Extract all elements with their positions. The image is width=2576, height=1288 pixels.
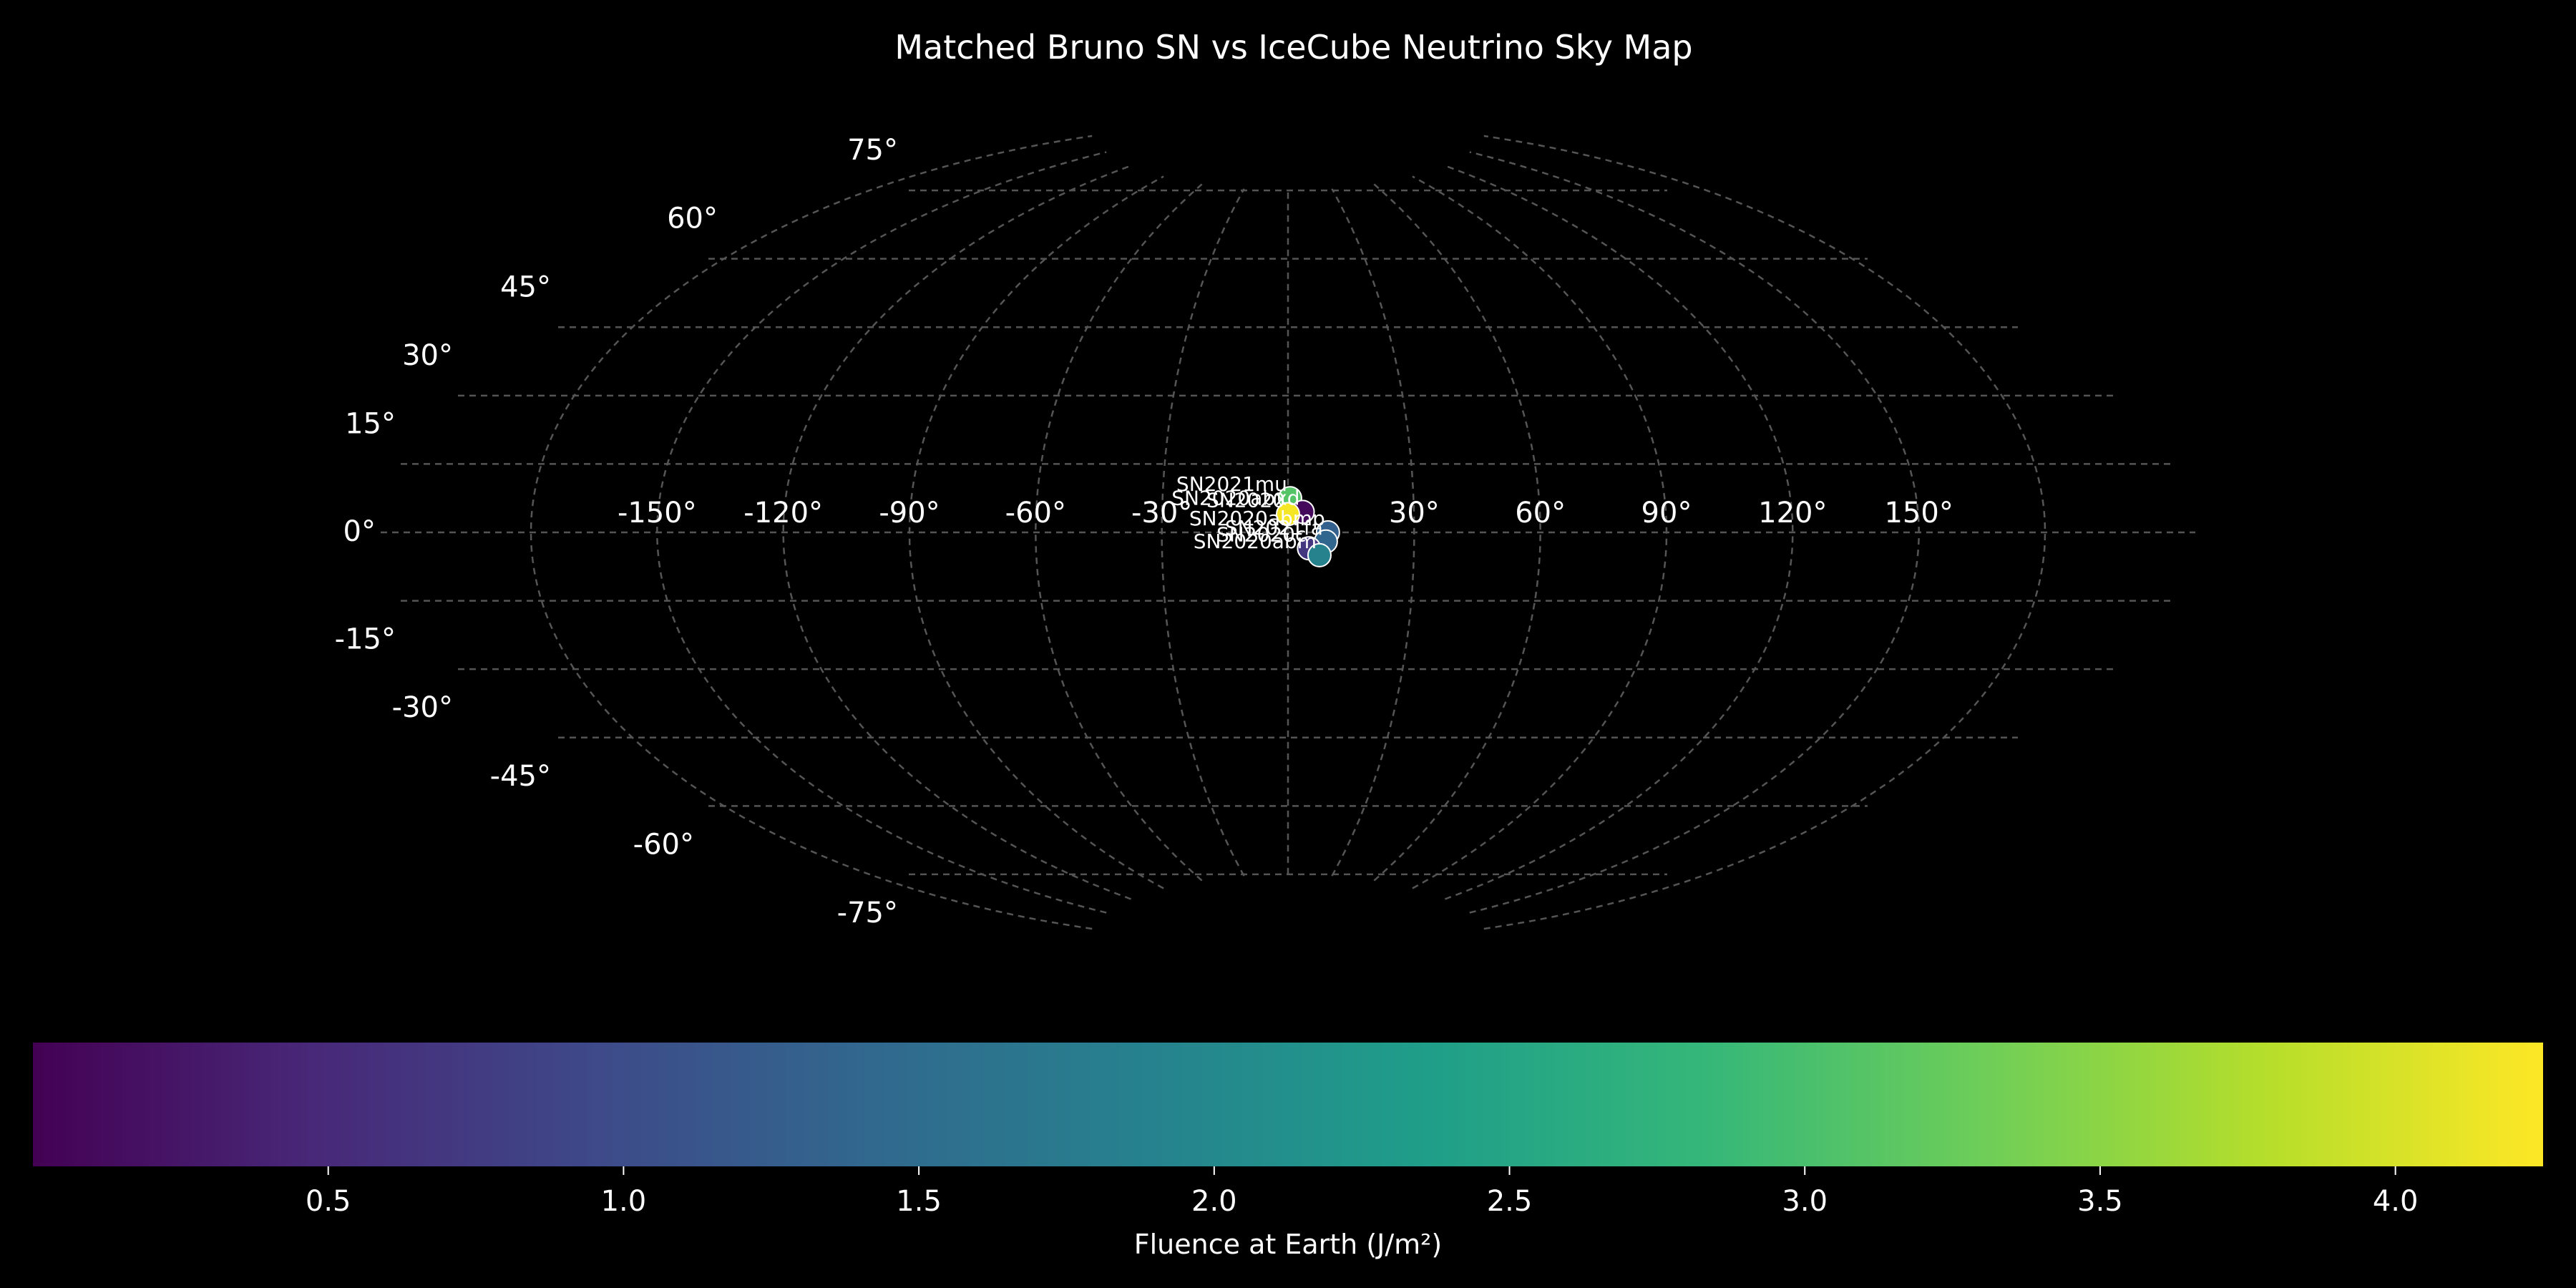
lon-tick-label: 30° — [1389, 497, 1440, 530]
lon-tick-label: 150° — [1884, 497, 1953, 530]
colorbar-tick-label: 0.5 — [306, 1185, 351, 1218]
lon-tick-label: -90° — [879, 497, 940, 530]
lon-tick-label: -60° — [1005, 497, 1066, 530]
colorbar: 0.5 1.0 1.5 2.0 2.5 3.0 3.5 4.0 — [33, 1043, 2543, 1218]
lat-tick-label: -75° — [837, 897, 898, 930]
lon-tick-label: -120° — [743, 497, 823, 530]
lon-tick-label: -150° — [618, 497, 697, 530]
lat-tick-label: 15° — [345, 407, 396, 440]
lat-tick-label: 0° — [343, 515, 376, 548]
lon-tick-label: 60° — [1515, 497, 1566, 530]
colorbar-label: Fluence at Earth (J/m²) — [1134, 1229, 1442, 1260]
lon-tick-label: 90° — [1641, 497, 1692, 530]
lat-tick-label: 45° — [500, 270, 551, 303]
lat-tick-label: -15° — [335, 623, 396, 656]
lat-tick-label: 60° — [667, 203, 718, 235]
colorbar-tick-label: 3.5 — [2077, 1185, 2123, 1218]
lat-tick-label: -45° — [490, 760, 551, 793]
lat-tick-label: 30° — [402, 339, 453, 372]
colorbar-tick-label: 1.0 — [601, 1185, 647, 1218]
colorbar-tick-label: 4.0 — [2373, 1185, 2419, 1218]
colorbar-tick-label: 2.5 — [1487, 1185, 1533, 1218]
colorbar-tick-label: 3.0 — [1782, 1185, 1828, 1218]
point-labels: SN2021muSN2020abxdSN2020SN2020abmpSN2021… — [1171, 472, 1325, 553]
lat-tick-label: 75° — [847, 134, 898, 167]
lat-tick-label: -30° — [392, 691, 453, 724]
colorbar-strip — [33, 1043, 2543, 1166]
lat-tick-label: -60° — [633, 828, 694, 861]
lon-tick-label: 120° — [1758, 497, 1827, 530]
sn-label: SN2020abm — [1194, 530, 1317, 553]
chart-title: Matched Bruno SN vs IceCube Neutrino Sky… — [894, 28, 1692, 67]
colorbar-tick-label: 2.0 — [1191, 1185, 1237, 1218]
colorbar-tick-label: 1.5 — [896, 1185, 942, 1218]
sky-map-figure: Matched Bruno SN vs IceCube Neutrino Sky… — [33, 28, 2543, 1260]
